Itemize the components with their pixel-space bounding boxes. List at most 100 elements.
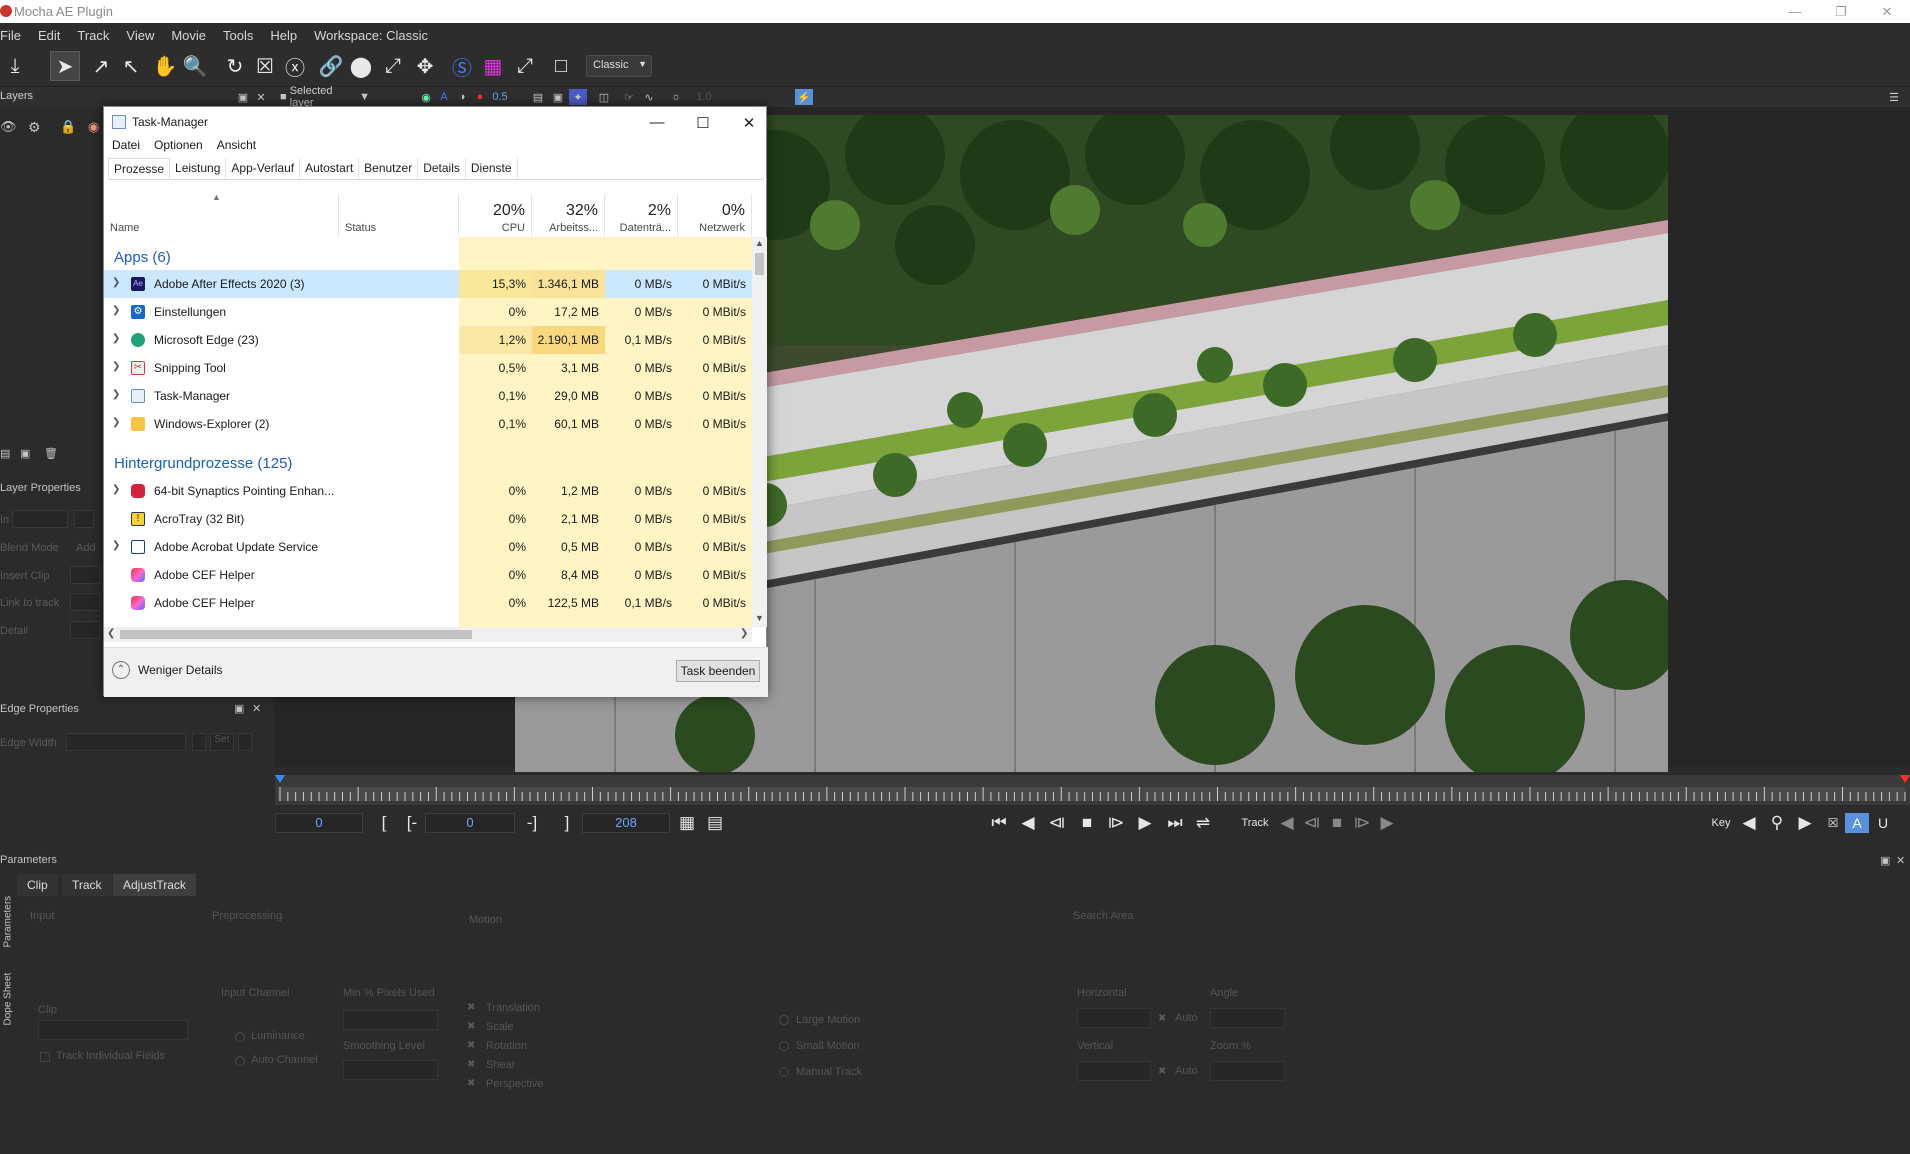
angle-field[interactable] [1210, 1008, 1285, 1028]
loop-icon[interactable]: ⇌ [1191, 813, 1215, 833]
go-to-in-icon[interactable]: [- [400, 813, 424, 833]
move-icon[interactable]: ✥ [410, 51, 440, 81]
expand-icon[interactable]: ❯ [112, 361, 120, 372]
scale-icon[interactable]: ⤢ [378, 51, 408, 81]
track-step-forward-icon[interactable]: ⧐ [1350, 813, 1374, 833]
edge-width-decrease[interactable] [192, 733, 206, 751]
col-cpu[interactable]: 20% CPU [459, 194, 532, 236]
stabilize-icon[interactable]: □ [546, 51, 576, 81]
menu-help[interactable]: Help [270, 28, 304, 43]
expand-icon[interactable]: ❯ [112, 305, 120, 316]
expand-icon[interactable]: ❯ [112, 484, 120, 495]
process-row[interactable]: Adobe CEF Helper 0% 8,4 MB 0 MB/s 0 MBit… [104, 561, 752, 589]
tm-close-icon[interactable]: ✕ [726, 107, 772, 138]
rotate-tool-icon[interactable]: ↻ [220, 51, 250, 81]
collapse-up-icon[interactable]: ⌃ [112, 661, 130, 679]
vertical-field[interactable] [1077, 1061, 1151, 1081]
hand-cursor-icon[interactable]: ☞ [620, 89, 638, 105]
set-out-point-icon[interactable]: ] [555, 813, 579, 833]
set-in-point-icon[interactable]: [ [372, 813, 396, 833]
tab-adjust-track[interactable]: AdjustTrack [113, 874, 196, 896]
go-to-end-icon[interactable]: ⏭ [1163, 813, 1187, 833]
process-row[interactable]: ! AcroTray (32 Bit) 0% 2,1 MB 0 MB/s 0 M… [104, 505, 752, 533]
float-panel-icon[interactable]: ▣ [234, 89, 252, 105]
clip-range-icon[interactable]: ▤ [703, 813, 727, 833]
prev-key-icon[interactable]: ◀ [1737, 813, 1761, 833]
zoom-field[interactable] [1210, 1061, 1285, 1081]
horizontal-auto-check-icon[interactable]: ✖ [1158, 1014, 1168, 1024]
expand-icon[interactable]: ❯ [112, 389, 120, 400]
timeline-ruler[interactable] [275, 775, 1910, 805]
fit-icon[interactable]: ⤢ [510, 51, 540, 81]
scroll-right-icon[interactable]: ❯ [740, 628, 748, 639]
scroll-left-icon[interactable]: ❮ [107, 628, 115, 639]
add-point-icon[interactable]: ↖ [116, 51, 146, 81]
edge-width-field[interactable] [66, 733, 186, 751]
side-tab-parameters[interactable]: Parameters [3, 888, 14, 948]
gear-icon[interactable]: ⚙ [28, 119, 41, 136]
vertical-scrollbar[interactable]: ▲ ▼ [752, 237, 767, 627]
tm-menu-options[interactable]: Optionen [154, 138, 203, 158]
tm-menu-file[interactable]: Datei [112, 138, 140, 158]
expand-icon[interactable]: ❯ [112, 540, 120, 551]
detail-select[interactable] [70, 621, 100, 639]
add-key-icon[interactable]: ⚲ [1765, 813, 1789, 833]
tab-services[interactable]: Dienste [466, 158, 518, 179]
visibility-icon[interactable]: 👁 [0, 119, 17, 135]
panel-menu-icon[interactable]: ☰ [1885, 89, 1903, 105]
process-row[interactable]: Adobe CEF Helper 0% 122,5 MB 0,1 MB/s 0 … [104, 589, 752, 617]
process-row[interactable]: ❯ Microsoft Edge (23) 1,2% 2.190,1 MB 0,… [104, 326, 752, 354]
lightning-icon[interactable]: ⚡ [795, 89, 813, 105]
menu-view[interactable]: View [126, 28, 161, 43]
expand-icon[interactable]: ❯ [112, 277, 120, 288]
col-status[interactable]: Status [339, 194, 459, 236]
keyframe-range-icon[interactable]: ▦ [675, 813, 699, 833]
monitor-icon[interactable]: ▤ [529, 89, 547, 105]
process-row[interactable]: ❯ ⚙ Einstellungen 0% 17,2 MB 0 MB/s 0 MB… [104, 298, 752, 326]
min-pixels-field[interactable] [343, 1010, 438, 1030]
small-motion-radio[interactable] [779, 1041, 789, 1051]
perspective-check-icon[interactable]: ✖ [467, 1079, 477, 1089]
go-to-start-icon[interactable]: ⏮ [987, 813, 1011, 833]
shear-check-icon[interactable]: ✖ [467, 1060, 477, 1070]
tab-startup[interactable]: Autostart [300, 158, 360, 179]
select-point-icon[interactable]: ↗ [86, 51, 116, 81]
scroll-down-icon[interactable]: ▼ [755, 613, 764, 623]
track-forward-icon[interactable]: ▶ [1375, 813, 1399, 833]
color-wheel-icon[interactable]: ◉ [88, 119, 99, 135]
new-layer-icon[interactable]: ▤ [0, 447, 10, 460]
tab-users[interactable]: Benutzer [359, 158, 419, 179]
col-name[interactable]: Name [104, 194, 339, 236]
smoothing-level-field[interactable] [343, 1060, 438, 1080]
tm-menu-view[interactable]: Ansicht [217, 138, 256, 158]
step-forward-icon[interactable]: ⧐ [1104, 813, 1128, 833]
autokey-icon[interactable]: A [1845, 813, 1869, 833]
insert-clip-select[interactable] [70, 566, 100, 584]
magnet-icon[interactable]: U [1871, 813, 1895, 833]
vertical-auto-check-icon[interactable]: ✖ [1158, 1067, 1168, 1077]
expand-icon[interactable]: ❯ [112, 333, 120, 344]
play-backward-icon[interactable]: ◀ [1016, 813, 1040, 833]
in-frame-field[interactable]: 0 [275, 813, 363, 833]
col-disk[interactable]: 2% Datenträ... [605, 194, 678, 236]
scroll-up-icon[interactable]: ▲ [755, 238, 764, 248]
blend-mode-button[interactable]: Add [76, 542, 96, 554]
play-forward-icon[interactable]: ▶ [1133, 813, 1157, 833]
grid-icon[interactable]: ▦ [478, 51, 508, 81]
process-row[interactable]: ❯ Ae Adobe After Effects 2020 (3) 15,3% … [104, 270, 752, 298]
rotation-check-icon[interactable]: ✖ [467, 1041, 477, 1051]
tm-maximize-icon[interactable]: ☐ [680, 107, 726, 138]
end-task-button[interactable]: Task beenden [676, 660, 760, 682]
matte-icon[interactable]: ◑ [453, 89, 471, 105]
next-key-icon[interactable]: ▶ [1793, 813, 1817, 833]
delete-all-keys-icon[interactable]: ☒ [1821, 813, 1845, 833]
menu-edit[interactable]: Edit [38, 28, 67, 43]
out-frame-field[interactable]: 208 [582, 813, 670, 833]
workspace-select[interactable]: Classic ▼ [586, 55, 652, 77]
horizontal-scrollbar[interactable]: ❮ ❯ [104, 627, 752, 642]
x-spline-icon[interactable]: ☒ [250, 51, 280, 81]
track-individual-fields-checkbox[interactable] [40, 1052, 50, 1062]
close-icon[interactable]: ✕ [1864, 0, 1910, 23]
menu-file[interactable]: File [0, 28, 28, 43]
side-tab-dope-sheet[interactable]: Dope Sheet [3, 966, 14, 1026]
